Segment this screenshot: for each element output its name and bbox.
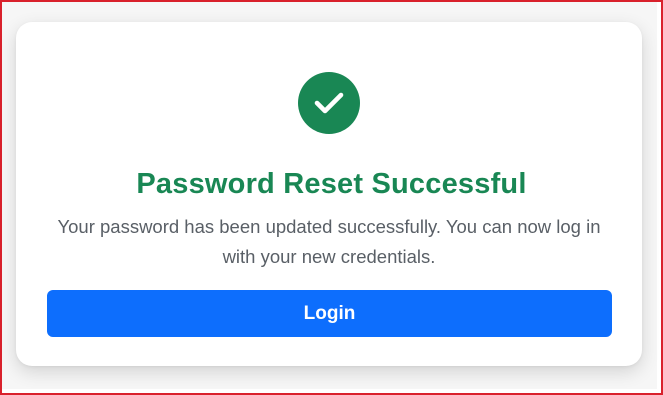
check-circle-icon (298, 72, 360, 134)
login-button[interactable]: Login (47, 290, 612, 337)
page-title: Password Reset Successful (136, 168, 527, 200)
success-message: Your password has been updated successfu… (57, 216, 601, 267)
checkmark-icon (314, 92, 344, 114)
